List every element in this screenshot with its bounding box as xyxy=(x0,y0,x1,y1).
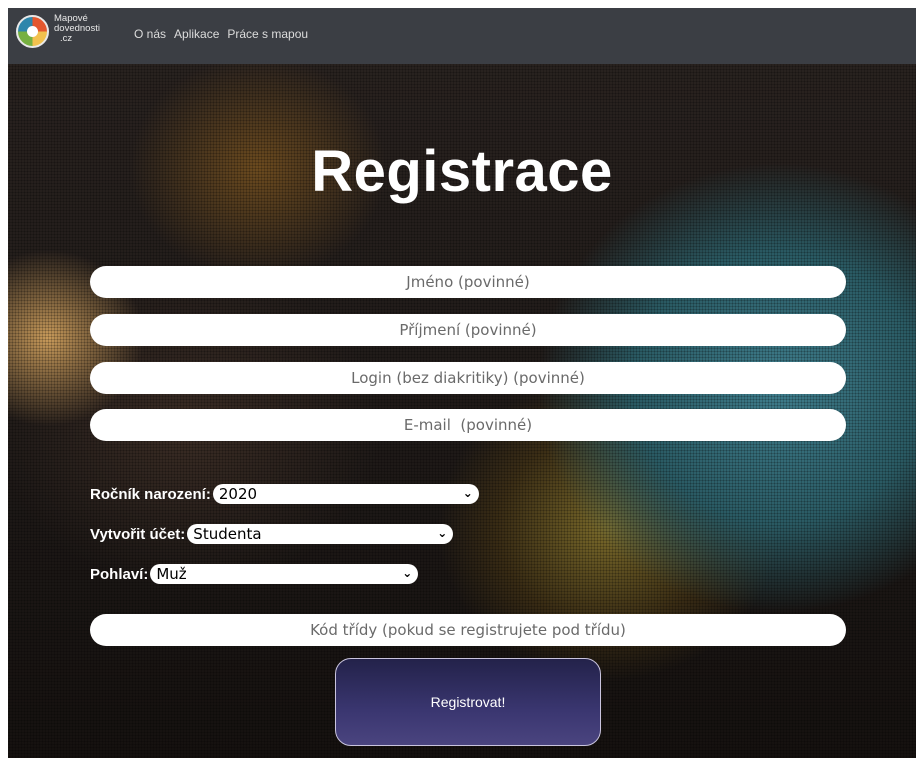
chevron-down-icon: ⌄ xyxy=(437,526,448,540)
account-type-row: Vytvořit účet: Studenta ⌄ xyxy=(90,524,454,544)
chevron-down-icon: ⌄ xyxy=(402,566,413,580)
gender-row: Pohlaví: Muž ⌄ xyxy=(90,564,419,584)
nav-link-map-work[interactable]: Práce s mapou xyxy=(227,27,308,41)
birth-year-row: Ročník narození: 2020 ⌄ xyxy=(90,484,479,504)
login-input[interactable] xyxy=(90,362,846,394)
page-background: Mapové dovednosti .cz O nás Aplikace Prá… xyxy=(8,8,916,758)
gender-label: Pohlaví: xyxy=(90,565,149,583)
brand-line-3: .cz xyxy=(60,33,73,44)
gender-value: Muž xyxy=(156,565,187,583)
nav-links: O nás Aplikace Práce s mapou xyxy=(134,27,308,41)
last-name-input[interactable] xyxy=(90,314,846,346)
account-type-select[interactable]: Studenta ⌄ xyxy=(187,524,454,544)
nav-link-apps[interactable]: Aplikace xyxy=(174,27,219,41)
top-navbar: Mapové dovednosti .cz O nás Aplikace Prá… xyxy=(8,8,916,64)
nav-link-about[interactable]: O nás xyxy=(134,27,166,41)
birth-year-value: 2020 xyxy=(218,485,258,503)
first-name-input[interactable] xyxy=(90,266,846,298)
account-type-label: Vytvořit účet: xyxy=(90,525,186,543)
globe-logo-icon[interactable] xyxy=(16,15,49,48)
page-title: Registrace xyxy=(311,139,613,204)
brand-name[interactable]: Mapové dovednosti .cz xyxy=(54,14,100,44)
birth-year-select[interactable]: 2020 ⌄ xyxy=(212,484,479,504)
register-button[interactable]: Registrovat! xyxy=(335,658,601,746)
email-input[interactable] xyxy=(90,409,846,441)
chevron-down-icon: ⌄ xyxy=(462,486,473,500)
class-code-input[interactable] xyxy=(90,614,846,646)
birth-year-label: Ročník narození: xyxy=(90,485,211,503)
account-type-value: Studenta xyxy=(193,525,262,543)
gender-select[interactable]: Muž ⌄ xyxy=(150,564,419,584)
